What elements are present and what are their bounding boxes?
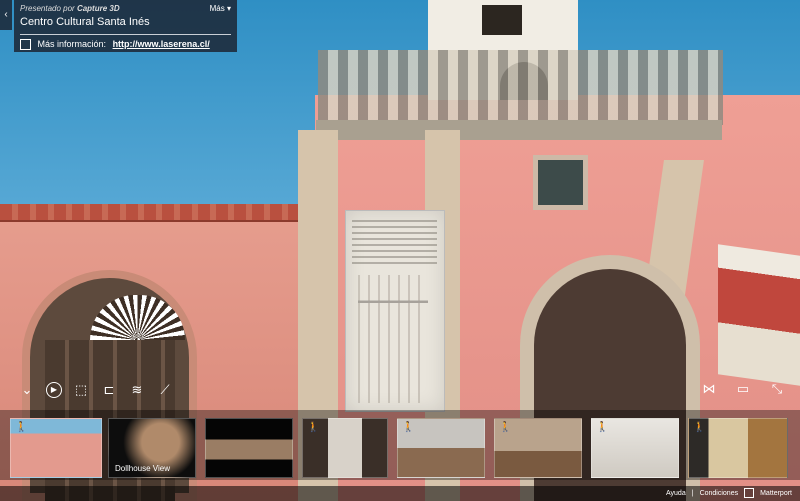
external-link-icon [20,39,31,51]
play-tour-icon[interactable]: ▶ [46,382,62,398]
chevron-down-icon: ▾ [226,4,231,13]
presented-prefix: Presentado por [20,4,75,13]
more-dropdown[interactable]: Más ▾ [210,4,231,13]
floors-icon[interactable]: ≋ [128,381,146,399]
space-title: Centro Cultural Santa Inés [20,16,150,28]
cornice [316,120,722,140]
walk-icon: 🚶 [15,422,28,433]
share-icon[interactable]: ⋈ [700,380,718,398]
banner-church-drawing [358,275,428,403]
walk-icon: 🚶 [693,422,706,433]
walk-icon: 🚶 [499,422,512,433]
walk-icon: 🚶 [596,422,609,433]
footer-bar: Ayuda | Condiciones Matterport [0,486,800,501]
fullscreen-icon[interactable]: ⤡ [768,380,786,398]
dollhouse-view-icon[interactable]: ⬚ [72,381,90,399]
thumbnail-entrance[interactable]: 🚶 [10,418,102,478]
walk-icon: 🚶 [307,422,320,433]
terms-link[interactable]: Condiciones [700,490,739,497]
thumbnail-hall[interactable]: 🚶 [494,418,582,478]
matterport-logo-icon [744,488,755,498]
floor-plan-icon[interactable]: ⊏ [100,381,118,399]
thumbnail-crucifix[interactable]: 🚶 [591,418,679,478]
more-info-link[interactable]: http://www.laserena.cl/ [113,39,210,49]
info-panel: Presentado por Capture 3D Más ▾ Centro C… [14,0,237,52]
help-link[interactable]: Ayuda [666,490,686,497]
thumbnail-floorplan[interactable] [205,418,293,478]
measure-icon[interactable]: ⟋ [156,381,174,399]
facade-window [533,155,588,210]
collapse-highlights-icon[interactable]: ⌄ [18,381,36,399]
more-info-label: Más información: [37,39,107,49]
side-poster [718,244,800,386]
tour-viewport[interactable]: ‹ Presentado por Capture 3D Más ▾ Centro… [0,0,800,501]
footer-separator: | [691,489,694,497]
thumbnail-caption: Dollhouse View [115,464,170,473]
thumbnail-dollhouse[interactable]: Dollhouse View [108,418,196,478]
more-label: Más [209,4,225,13]
thumbnail-arch[interactable]: 🚶 [302,418,388,478]
divider [20,34,231,35]
collapse-panel-button[interactable]: ‹ [0,0,12,30]
thumbnail-gallery[interactable]: 🚶 [397,418,485,478]
toolbar-left: ⌄ ▶ ⬚ ⊏ ≋ ⟋ [18,380,174,400]
balustrade [318,50,723,125]
more-info-row: Más información: http://www.laserena.cl/ [20,39,210,51]
presenter-name: Capture 3D [76,4,120,13]
thumbnail-altar[interactable]: 🚶 [688,418,788,478]
tower-opening [482,5,522,35]
walk-icon: 🚶 [402,422,415,433]
toolbar-right: ⋈ ▭ ⤡ [700,380,786,398]
footer-links: Ayuda | Condiciones Matterport [666,488,792,498]
vr-icon[interactable]: ▭ [734,380,752,398]
presented-by: Presentado por Capture 3D [20,4,120,13]
roof-tiles [0,204,300,222]
banner-text-art [352,220,437,265]
brand-label[interactable]: Matterport [760,490,792,497]
